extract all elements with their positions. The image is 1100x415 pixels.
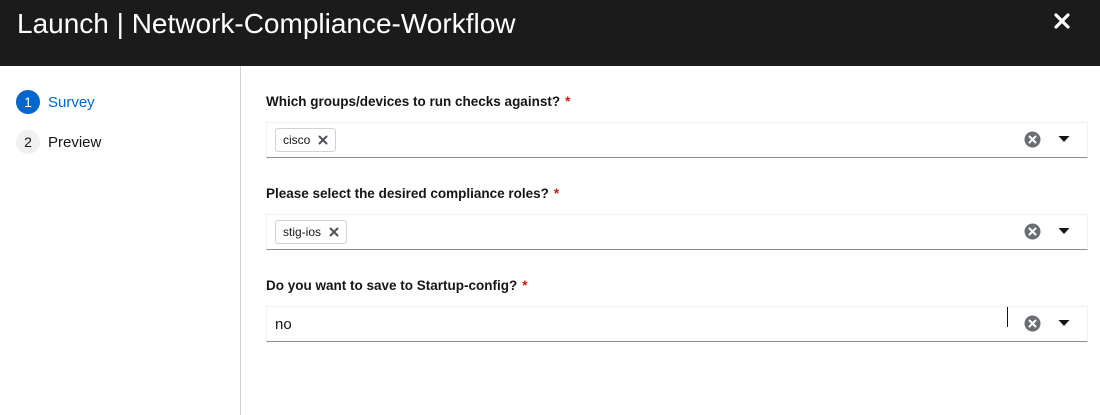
step-number: 2 <box>16 130 40 154</box>
startup-config-input[interactable] <box>267 307 1007 341</box>
required-indicator: * <box>565 94 571 109</box>
step-label: Preview <box>48 133 102 151</box>
chip-remove-button[interactable] <box>329 227 339 237</box>
required-indicator: * <box>553 186 560 201</box>
caret-down-icon <box>1058 136 1070 142</box>
modal-title: Launch | Network-Compliance-Workflow <box>17 8 516 39</box>
field-label-text: Please select the desired compliance rol… <box>266 186 549 201</box>
text-cursor <box>1007 307 1008 327</box>
modal-header: Launch | Network-Compliance-Workflow <box>0 0 1100 66</box>
groups-multiselect[interactable]: cisco <box>266 122 1088 158</box>
clear-circle-icon <box>1024 223 1041 240</box>
clear-button[interactable] <box>1024 223 1041 240</box>
field-label-text: Which groups/devices to run checks again… <box>266 94 561 109</box>
dropdown-toggle[interactable] <box>1058 227 1070 235</box>
chip: cisco <box>275 128 337 152</box>
caret-down-icon <box>1058 228 1070 234</box>
field-label-text: Do you want to save to Startup-config? <box>266 278 518 293</box>
wizard-nav: 1 Survey 2 Preview <box>0 66 241 415</box>
required-indicator: * <box>522 278 528 293</box>
close-button[interactable] <box>1049 8 1075 34</box>
wizard-step-survey[interactable]: 1 Survey <box>16 90 95 114</box>
wizard-step-preview[interactable]: 2 Preview <box>16 130 101 154</box>
chip-remove-button[interactable] <box>318 135 328 145</box>
caret-down-icon <box>1058 320 1070 326</box>
groups-field-label: Which groups/devices to run checks again… <box>266 93 570 111</box>
dropdown-toggle[interactable] <box>1058 319 1070 327</box>
dropdown-toggle[interactable] <box>1058 135 1070 143</box>
close-icon <box>318 135 328 145</box>
step-label: Survey <box>48 93 95 111</box>
roles-field-label: Please select the desired compliance rol… <box>266 185 559 203</box>
clear-circle-icon <box>1024 315 1041 332</box>
startup-config-select[interactable] <box>266 306 1088 342</box>
clear-button[interactable] <box>1024 315 1041 332</box>
chip-text: cisco <box>283 133 311 147</box>
clear-circle-icon <box>1024 131 1041 148</box>
close-icon <box>1054 13 1070 29</box>
startup-config-field-label: Do you want to save to Startup-config? * <box>266 277 528 295</box>
close-icon <box>329 227 339 237</box>
clear-button[interactable] <box>1024 131 1041 148</box>
chip-text: stig-ios <box>283 225 322 239</box>
roles-multiselect[interactable]: stig-ios <box>266 214 1088 250</box>
chip: stig-ios <box>275 220 348 244</box>
step-number: 1 <box>16 90 40 114</box>
